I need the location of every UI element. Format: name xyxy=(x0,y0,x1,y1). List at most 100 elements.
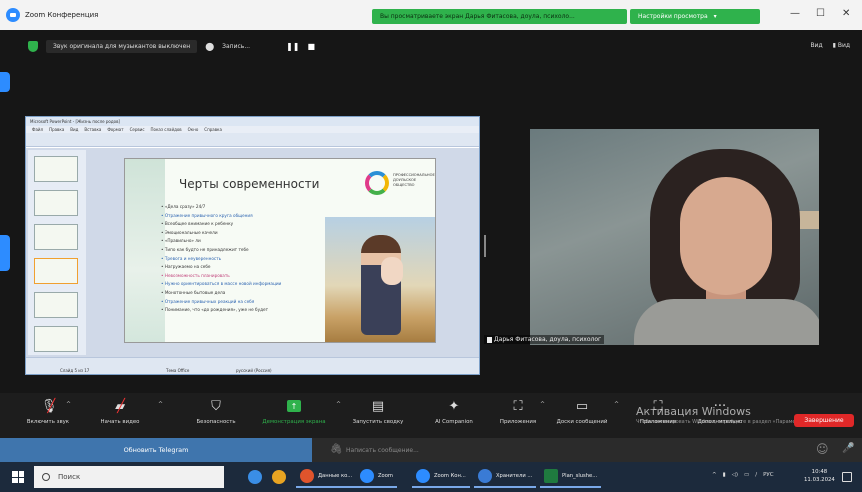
slide-thumbnail[interactable] xyxy=(34,292,78,318)
menu-item[interactable]: Формат xyxy=(107,127,123,132)
powerpoint-toolbar[interactable] xyxy=(26,133,479,147)
zoom-window: Zoom Конференция Вы просматриваете экран… xyxy=(0,0,862,492)
side-panel-tab[interactable] xyxy=(0,235,10,271)
windows-taskbar: Поиск Данные ко... Zoom Zoom Кон... Хран… xyxy=(0,462,862,492)
slide-thumbnail[interactable] xyxy=(34,224,78,250)
windows-start-icon[interactable] xyxy=(12,471,24,483)
slide-thumbnail[interactable] xyxy=(34,326,78,352)
powerpoint-menu-bar: Файл Правка Вид Вставка Формат Сервис По… xyxy=(26,126,479,133)
taskbar-app-label: Zoom Кон... xyxy=(434,473,466,479)
title-bar: Zoom Конференция Вы просматриваете экран… xyxy=(0,0,862,30)
battery-icon[interactable]: ▭ xyxy=(744,472,749,478)
audio-options-caret[interactable]: ^ xyxy=(66,401,71,408)
sparkle-icon: ✦ xyxy=(448,398,460,414)
update-telegram-button[interactable]: Обновить Telegram xyxy=(0,438,312,462)
mother-child-painting xyxy=(325,217,435,342)
participant-name: Дарья Фитасова, доула, психолог xyxy=(494,336,602,343)
emoji-icon[interactable]: ☺ xyxy=(816,442,829,456)
taskbar-app[interactable]: Данные ко... xyxy=(296,466,357,488)
notifications-icon[interactable] xyxy=(842,472,852,482)
security-button[interactable]: ⛉ Безопасность xyxy=(176,397,256,426)
menu-item[interactable]: Вставка xyxy=(84,127,101,132)
participant-video[interactable] xyxy=(530,129,819,345)
pen-icon[interactable]: ∕ xyxy=(755,472,757,478)
view-controls: Вид ▮ Вид xyxy=(810,42,850,49)
menu-item[interactable]: Сервис xyxy=(130,127,145,132)
mic-muted-icon: 🎙 ╱ xyxy=(40,398,58,414)
maximize-button[interactable]: ☐ xyxy=(816,8,825,19)
taskbar-app[interactable]: Plan_slushe... xyxy=(540,466,602,488)
end-meeting-button[interactable]: Завершение xyxy=(794,414,854,427)
taskbar-app[interactable]: Zoom xyxy=(356,466,397,488)
chevron-down-icon: ▾ xyxy=(713,13,717,20)
taskbar-app-label: Zoom xyxy=(378,473,393,479)
pause-recording-icon[interactable]: ❚❚ xyxy=(286,42,299,51)
menu-item[interactable]: Показ слайдов xyxy=(151,127,182,132)
slide-bullet: Отражение привычных реакций на себя xyxy=(161,298,281,307)
taskbar-search[interactable]: Поиск xyxy=(34,466,224,488)
message-input[interactable]: Написать сообщение... xyxy=(346,438,419,462)
zoom-icon xyxy=(360,469,374,483)
share-screen-label: Демонстрация экрана xyxy=(262,419,326,425)
volume-icon[interactable]: ◁) xyxy=(732,472,738,478)
language-indicator[interactable]: РУС xyxy=(763,472,774,478)
menu-item[interactable]: Правка xyxy=(49,127,64,132)
start-video-button[interactable]: ▰ ╱ Начать видео xyxy=(80,397,160,426)
participant-name-tag: Дарья Фитасова, доула, психолог xyxy=(484,335,605,344)
taskbar-app-label: Plan_slushe... xyxy=(562,473,598,479)
gallery-view-button[interactable]: ▮ Вид xyxy=(833,42,850,49)
side-panel-tab[interactable] xyxy=(0,72,10,92)
slide-title: Черты современности xyxy=(179,177,320,191)
menu-item[interactable]: Справка xyxy=(204,127,222,132)
summary-label: Запустить сводку xyxy=(352,419,404,425)
split-view-handle[interactable] xyxy=(484,235,486,257)
menu-item[interactable]: Файл xyxy=(32,127,43,132)
telegram-bar: Обновить Telegram 🖇 Написать сообщение..… xyxy=(0,438,862,462)
view-button[interactable]: Вид xyxy=(810,42,822,49)
close-button[interactable]: ✕ xyxy=(842,8,850,19)
video-options-caret[interactable]: ^ xyxy=(158,401,163,408)
slide-thumbnail[interactable] xyxy=(34,190,78,216)
whiteboards-button[interactable]: ▭ Доски сообщений xyxy=(542,397,622,426)
encryption-shield-icon[interactable] xyxy=(28,40,38,52)
search-icon xyxy=(42,473,50,481)
windows-activation-title: Активация Windows xyxy=(636,405,751,418)
whiteboards-label: Доски сообщений xyxy=(556,419,608,425)
app-icon xyxy=(478,469,492,483)
unmute-button[interactable]: 🎙 ╱ Включить звук xyxy=(8,397,88,426)
minimize-button[interactable]: — xyxy=(790,8,800,19)
taskbar-app[interactable]: Хранители ... xyxy=(474,466,537,488)
slide-bullet: Монотонные бытовые дела xyxy=(161,289,281,298)
share-screen-button[interactable]: ↑ Демонстрация экрана xyxy=(254,397,334,425)
video-off-icon: ▰ ╱ xyxy=(115,398,126,414)
slide-thumbnail[interactable] xyxy=(34,156,78,182)
powerpoint-workspace: Черты современности «Дела сразу» 24/7 От… xyxy=(26,148,479,357)
original-sound-notice[interactable]: Звук оригинала для музыкантов выключен xyxy=(46,39,198,53)
taskbar-pinned-app[interactable] xyxy=(244,466,266,488)
current-slide: Черты современности «Дела сразу» 24/7 От… xyxy=(124,158,436,343)
shield-icon: ⛉ xyxy=(211,398,221,414)
taskbar-pinned-app[interactable] xyxy=(268,466,290,488)
clock-date: 11.03.2024 xyxy=(804,477,835,483)
network-icon[interactable]: ▮ xyxy=(723,472,726,478)
slide-bullet: «Правильно» ли xyxy=(161,237,281,246)
menu-item[interactable]: Окно xyxy=(188,127,199,132)
menu-item[interactable]: Вид xyxy=(70,127,78,132)
apps-label: Приложения xyxy=(499,419,537,425)
slide-leaf-decoration xyxy=(125,159,165,342)
taskbar-clock[interactable]: 10:48 11.03.2024 xyxy=(804,468,835,484)
chrome-icon xyxy=(272,470,286,484)
view-options-button[interactable]: Настройки просмотра ▾ xyxy=(630,9,760,24)
microphone-icon[interactable]: 🎤 xyxy=(842,443,854,454)
slide-thumbnails xyxy=(28,150,86,355)
powerpoint-status-bar: Слайд 5 из 17 Тема Office русский (Росси… xyxy=(26,357,479,374)
chevron-up-icon[interactable]: ^ xyxy=(712,472,717,478)
summary-button[interactable]: ▤ Запустить сводку xyxy=(338,397,418,426)
slide-thumbnail-selected[interactable] xyxy=(34,258,78,284)
stop-recording-icon[interactable]: ■ xyxy=(307,42,315,51)
apps-icon: ⛶ xyxy=(513,398,523,414)
paperclip-icon[interactable]: 🖇 xyxy=(330,444,343,455)
security-label: Безопасность xyxy=(196,419,236,425)
status-slide-number: Слайд 5 из 17 xyxy=(60,368,90,373)
taskbar-app[interactable]: Zoom Кон... xyxy=(412,466,470,488)
